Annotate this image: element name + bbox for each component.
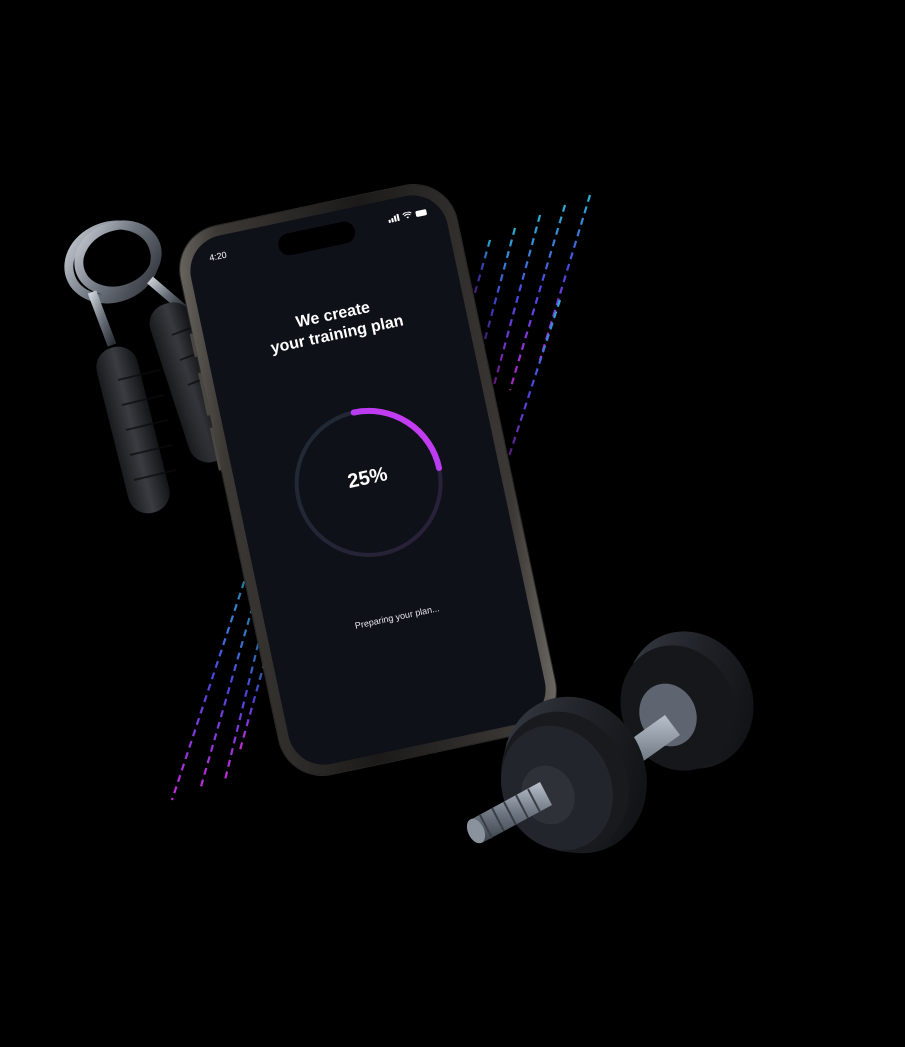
- dumbbell: [466, 631, 754, 854]
- promo-scene: 4:20 We create your training plan 25% Pr…: [0, 0, 905, 1047]
